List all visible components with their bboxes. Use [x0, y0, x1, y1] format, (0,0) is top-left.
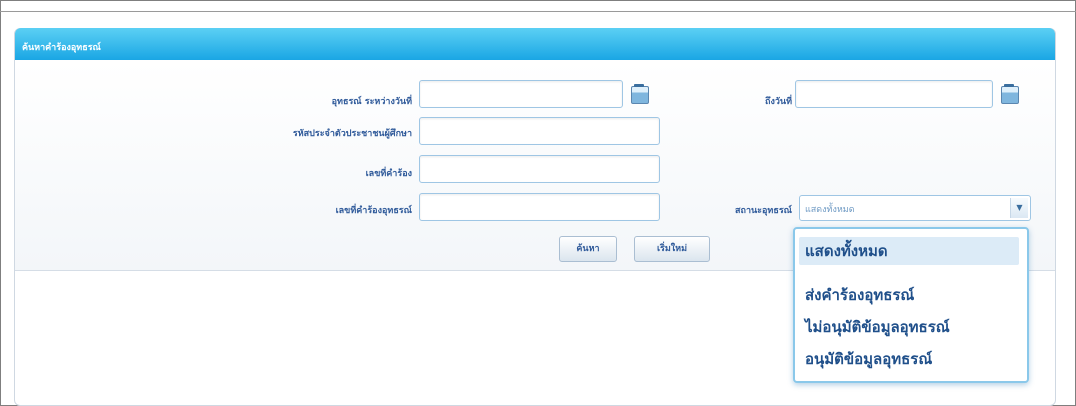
date-from-label: อุทธรณ์ ระหว่างวันที่ — [331, 97, 412, 107]
status-option-all[interactable]: แสดงทั้งหมด — [799, 237, 1019, 265]
date-from-input[interactable] — [419, 80, 623, 108]
status-option-rejected[interactable]: ไม่อนุมัติข้อมูลอุทธรณ์ — [805, 315, 950, 339]
calendar-icon[interactable] — [631, 84, 649, 104]
student-id-label: รหัสประจำตัวประชาชนผู้ศึกษา — [292, 129, 412, 139]
status-option-approved[interactable]: อนุมัติข้อมูลอุทธรณ์ — [805, 347, 932, 371]
status-dropdown-list: แสดงทั้งหมด ส่งคำร้องอุทธรณ์ ไม่อนุมัติข… — [793, 227, 1029, 383]
date-to-label: ถึงวันที่ — [765, 97, 792, 107]
request-no-label: เลขที่คำร้อง — [365, 169, 412, 179]
request-no-input[interactable] — [419, 155, 660, 183]
top-divider — [0, 11, 1076, 12]
date-to-input[interactable] — [795, 80, 993, 108]
panel-header — [15, 28, 1055, 60]
appeal-no-label: เลขที่คำร้องอุทธรณ์ — [335, 206, 412, 216]
status-select[interactable]: แสดงทั้งหมด ▼ — [799, 195, 1031, 221]
status-option-submitted[interactable]: ส่งคำร้องอุทธรณ์ — [805, 283, 914, 307]
reset-button[interactable]: เริ่มใหม่ — [634, 236, 710, 262]
status-select-value: แสดงทั้งหมด — [805, 205, 855, 215]
calendar-icon[interactable] — [1001, 84, 1019, 104]
panel-title: ค้นหาคำร้องอุทธรณ์ — [22, 43, 101, 53]
appeal-no-input[interactable] — [419, 193, 660, 221]
student-id-input[interactable] — [419, 117, 660, 145]
search-button[interactable]: ค้นหา — [559, 236, 617, 262]
chevron-down-icon[interactable]: ▼ — [1010, 198, 1028, 218]
status-label: สถานะอุทธรณ์ — [735, 206, 792, 216]
